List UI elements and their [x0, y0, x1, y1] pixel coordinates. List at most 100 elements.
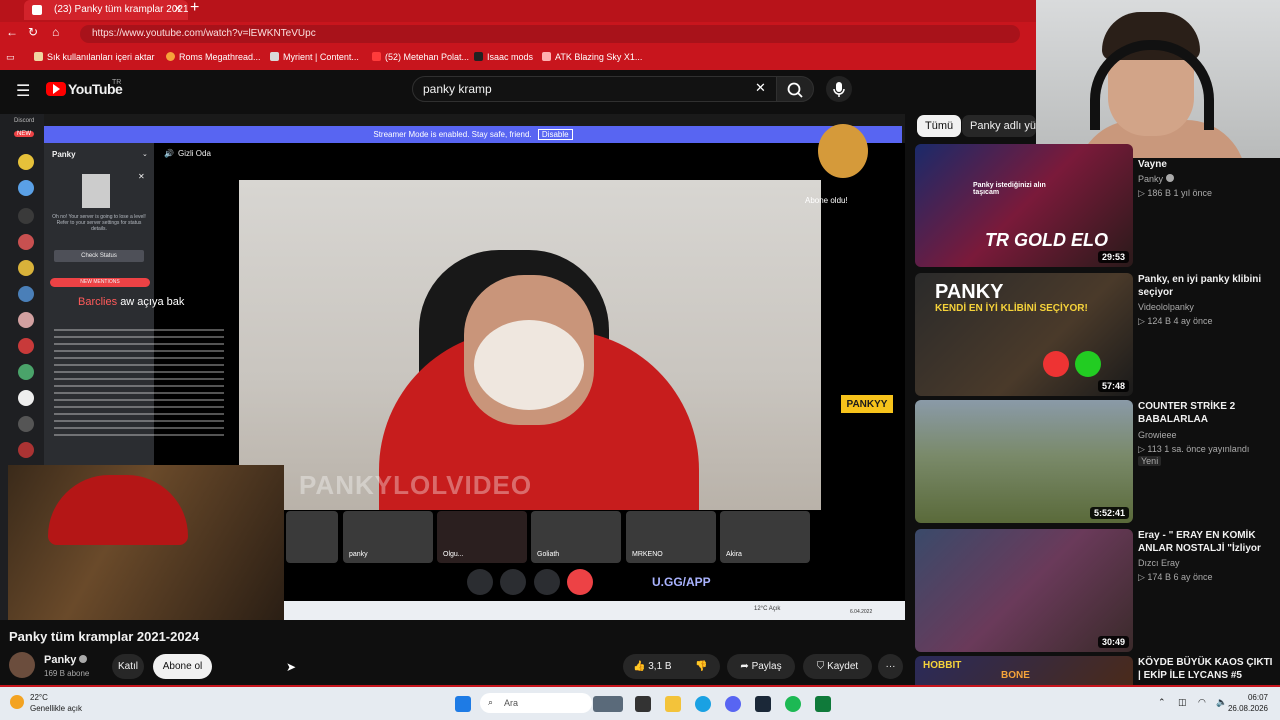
- edge-browser-icon[interactable]: [695, 696, 711, 712]
- back-icon[interactable]: ←: [6, 25, 18, 39]
- tray-chevron-icon[interactable]: ⌃: [1158, 697, 1166, 708]
- share-button[interactable]: ➦ Paylaş: [727, 654, 795, 679]
- new-badge: Yeni: [1138, 456, 1162, 466]
- thumbnail-text: PANKY: [935, 281, 1004, 303]
- server-icon[interactable]: [18, 260, 34, 276]
- clock-date[interactable]: 26.08.2026: [1218, 704, 1268, 713]
- bookmark-item[interactable]: Roms Megathread...: [166, 52, 261, 62]
- server-icon[interactable]: [18, 208, 34, 224]
- bookmark-item[interactable]: Sık kullanılanları içeri aktar: [34, 52, 155, 62]
- participant-tile[interactable]: Goliath: [531, 511, 621, 563]
- video-player[interactable]: Discord NEW Panky ⌄ ✕ Oh no! Your server…: [0, 114, 905, 620]
- steam-icon[interactable]: [755, 696, 771, 712]
- network-icon[interactable]: ◫: [1178, 697, 1187, 708]
- channel-name[interactable]: Panky: [44, 654, 88, 666]
- more-actions-button[interactable]: ···: [878, 654, 903, 679]
- streamer-webcam: [8, 465, 284, 620]
- server-icon[interactable]: [18, 416, 34, 432]
- video-thumbnail[interactable]: HOBBIT BONE: [915, 656, 1133, 685]
- search-input[interactable]: panky kramp: [412, 76, 778, 102]
- participant-tile[interactable]: Olgu...: [437, 511, 527, 563]
- server-icon[interactable]: [18, 234, 34, 250]
- screen-share-button[interactable]: [500, 569, 526, 595]
- video-title[interactable]: Vayne: [1138, 158, 1274, 171]
- file-explorer-icon[interactable]: [665, 696, 681, 712]
- bookmark-item[interactable]: ATK Blazing Sky X1...: [542, 52, 642, 62]
- bookmark-item[interactable]: (52) Metehan Polat...: [372, 52, 469, 62]
- bookmark-item[interactable]: Isaac mods: [474, 52, 533, 62]
- video-meta: ▷ 186 B 1 yıl önce: [1138, 188, 1212, 198]
- video-title[interactable]: Eray - " ERAY EN KOMİK ANLAR NOSTALJİ "İ…: [1138, 529, 1274, 555]
- video-title[interactable]: COUNTER STRİKE 2 BABALARLAA: [1138, 400, 1274, 426]
- close-icon[interactable]: ✕: [138, 172, 145, 181]
- menu-icon[interactable]: ☰: [16, 81, 30, 101]
- participant-tile[interactable]: panky: [343, 511, 433, 563]
- search-button[interactable]: [776, 76, 814, 102]
- video-duration: 30:49: [1097, 636, 1129, 648]
- video-channel[interactable]: Growieee: [1138, 430, 1177, 440]
- server-name[interactable]: Panky: [52, 150, 76, 159]
- app-icon[interactable]: [815, 696, 831, 712]
- server-icon[interactable]: [18, 154, 34, 170]
- taskbar-search[interactable]: Ara: [480, 693, 592, 713]
- disconnect-button[interactable]: [567, 569, 593, 595]
- new-mentions-badge[interactable]: NEW MENTIONS: [50, 278, 150, 287]
- video-thumbnail[interactable]: 30:49: [915, 529, 1133, 652]
- video-channel[interactable]: Dızcı Eray: [1138, 558, 1180, 568]
- server-icon[interactable]: [18, 442, 34, 458]
- weather-temp[interactable]: 22°C: [30, 693, 48, 702]
- video-channel[interactable]: Videololpanky: [1138, 302, 1194, 312]
- thumbnail-subtext: BONE: [1001, 670, 1030, 681]
- server-icon[interactable]: [18, 364, 34, 380]
- video-channel[interactable]: Panky: [1138, 174, 1174, 184]
- task-view-icon[interactable]: [635, 696, 651, 712]
- chip-all[interactable]: Tümü: [917, 115, 962, 137]
- new-tab-button[interactable]: +: [190, 0, 199, 17]
- video-thumbnail[interactable]: TR GOLD ELO Panky istediğinizi alın taşı…: [915, 144, 1133, 267]
- bookmark-item[interactable]: Myrient | Content...: [270, 52, 359, 62]
- mute-button[interactable]: [534, 569, 560, 595]
- home-icon[interactable]: ⌂: [52, 25, 59, 39]
- taskbar-widget-icon[interactable]: [593, 696, 623, 712]
- spotify-icon[interactable]: [785, 696, 801, 712]
- server-icon[interactable]: [18, 390, 34, 406]
- video-thumbnail[interactable]: PANKY KENDİ EN İYİ KLİBİNİ SEÇİYOR! 57:4…: [915, 273, 1133, 396]
- server-icon[interactable]: [18, 312, 34, 328]
- chip-panky-uploads[interactable]: Panky adlı yükle: [962, 115, 1036, 137]
- subscribe-button[interactable]: Abone ol: [153, 654, 212, 679]
- clock-time[interactable]: 06:07: [1228, 693, 1268, 702]
- browser-tab[interactable]: (23) Panky tüm kramplar 2021-2 ✕: [24, 0, 188, 20]
- url-field[interactable]: https://www.youtube.com/watch?v=lEWKNTeV…: [80, 25, 1020, 43]
- participant-tile[interactable]: [286, 511, 338, 563]
- like-icon[interactable]: 👍: [633, 661, 645, 672]
- wifi-icon[interactable]: ◠: [1198, 697, 1206, 708]
- windows-start-icon[interactable]: [455, 696, 471, 712]
- save-button[interactable]: ⛉ Kaydet: [803, 654, 872, 679]
- voice-search-button[interactable]: [826, 76, 852, 102]
- discord-icon[interactable]: [725, 696, 741, 712]
- tab-close-icon[interactable]: ✕: [174, 0, 182, 20]
- sidebar-toggle-icon[interactable]: ▭: [6, 52, 15, 63]
- check-status-button[interactable]: Check Status: [54, 250, 144, 262]
- join-button[interactable]: Katıl: [112, 654, 144, 679]
- chevron-down-icon[interactable]: ⌄: [142, 150, 148, 158]
- disable-button[interactable]: Disable: [537, 129, 573, 140]
- participant-tile[interactable]: MRKENO: [626, 511, 716, 563]
- avatar[interactable]: [9, 652, 35, 678]
- participant-tile[interactable]: Akira: [720, 511, 810, 563]
- server-icon[interactable]: [18, 338, 34, 354]
- video-title[interactable]: Panky, en iyi panky klibini seçiyor: [1138, 273, 1274, 299]
- video-thumbnail[interactable]: 5:52:41: [915, 400, 1133, 523]
- clear-search-icon[interactable]: ✕: [755, 80, 766, 96]
- subscriber-count: 169 B abone: [44, 669, 90, 678]
- weather-icon[interactable]: [10, 695, 24, 709]
- server-icon[interactable]: [18, 180, 34, 196]
- server-icon[interactable]: [18, 286, 34, 302]
- subscribe-alert: Abone oldu!: [805, 196, 848, 205]
- weather-desc[interactable]: Genellikle açık: [30, 704, 82, 713]
- like-dislike-group[interactable]: 👍 3,1 B 👎: [623, 654, 720, 679]
- video-title[interactable]: KÖYDE BÜYÜK KAOS ÇIKTI | EKİP İLE LYCANS…: [1138, 656, 1274, 682]
- dislike-icon[interactable]: 👎: [695, 654, 707, 679]
- camera-button[interactable]: [467, 569, 493, 595]
- reload-icon[interactable]: ↻: [28, 25, 38, 39]
